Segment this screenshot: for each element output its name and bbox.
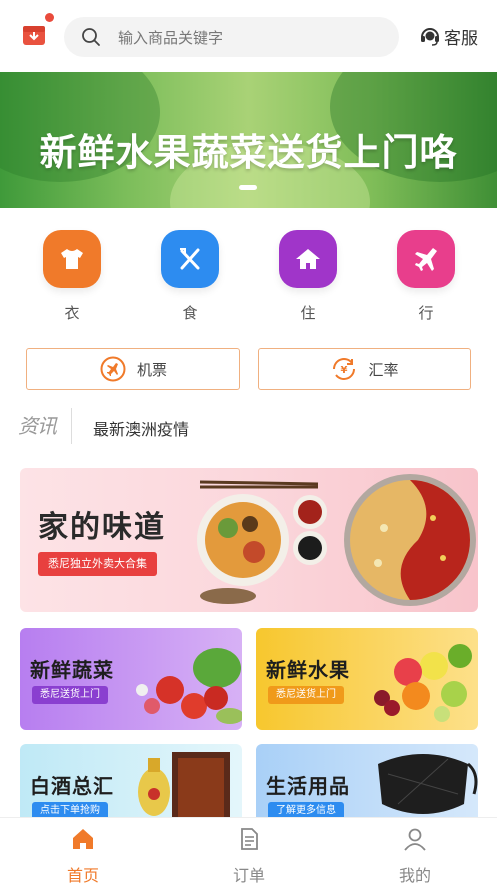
search-placeholder: 输入商品关键字: [118, 29, 224, 47]
tab-label: 订单: [232, 866, 265, 883]
category-housing[interactable]: 住: [273, 230, 343, 323]
order-tab-icon: [241, 828, 258, 850]
category-label: 住: [300, 304, 316, 322]
category-label: 食: [182, 304, 198, 322]
tool-label: 机票: [136, 360, 167, 379]
category-grid: 衣 食 住 行: [0, 230, 497, 330]
card-fresh-fruit[interactable]: 新鲜水果 悉尼送货上门: [256, 628, 478, 730]
hero-banner[interactable]: 新鲜水果蔬菜送货上门咯: [0, 72, 497, 208]
tab-profile[interactable]: 我的: [365, 826, 465, 883]
customer-service-button[interactable]: 客服: [419, 23, 478, 49]
fruit-illustration: [374, 644, 472, 722]
card-title: 生活用品: [266, 774, 350, 798]
quick-tools: 机票 ¥ 汇率: [0, 348, 497, 392]
liquor-illustration: [138, 752, 230, 817]
category-travel[interactable]: 行: [391, 230, 461, 323]
card-title: 新鲜水果: [266, 658, 350, 682]
top-header: 输入商品关键字 客服: [0, 0, 497, 72]
card-fresh-vegetables[interactable]: 新鲜蔬菜 悉尼送货上门: [20, 628, 242, 730]
vegetables-illustration: [136, 648, 242, 724]
headset-icon: [421, 28, 439, 46]
news-tag: 资讯: [18, 414, 57, 438]
home-icon: [279, 230, 337, 288]
banner-pagination-dot[interactable]: [239, 185, 257, 190]
promo-card-home-taste[interactable]: 家的味道 悉尼独立外卖大合集: [20, 468, 478, 612]
category-clothing[interactable]: 衣: [37, 230, 107, 323]
app-screen: 输入商品关键字 客服 新鲜水果蔬菜送货上门咯 衣 食 住 行 机票 ¥ 汇率 资…: [0, 0, 497, 883]
plane-ticket-icon: [100, 356, 126, 382]
category-label: 行: [418, 304, 434, 322]
promo-tag: 悉尼独立外卖大合集: [38, 552, 157, 576]
fork-knife-icon: [161, 230, 219, 288]
tab-label: 首页: [66, 866, 99, 883]
exchange-rate-button[interactable]: ¥ 汇率: [258, 348, 471, 390]
category-food[interactable]: 食: [155, 230, 225, 323]
card-title: 白酒总汇: [30, 774, 114, 798]
promo-title: 家的味道: [38, 510, 166, 545]
card-tag: 悉尼送货上门: [268, 686, 344, 704]
bottom-tab-bar: 首页 订单 我的: [0, 817, 497, 883]
news-headline[interactable]: 最新澳洲疫情: [93, 416, 189, 440]
notification-dot: [45, 13, 54, 22]
news-divider: [71, 408, 72, 444]
card-tag: 悉尼送货上门: [32, 686, 108, 704]
tab-home[interactable]: 首页: [33, 826, 133, 883]
tab-label: 我的: [398, 866, 431, 883]
mask-illustration: [378, 754, 478, 814]
card-title: 新鲜蔬菜: [30, 658, 114, 682]
banner-text: 新鲜水果蔬菜送货上门咯: [39, 131, 458, 174]
customer-service-label: 客服: [444, 28, 478, 49]
app-logo-icon[interactable]: [22, 13, 54, 47]
news-ticker[interactable]: 资讯 最新澳洲疫情: [0, 408, 497, 444]
tool-label: 汇率: [368, 360, 399, 379]
food-illustration: [197, 474, 476, 606]
profile-tab-icon: [404, 828, 426, 851]
category-label: 衣: [64, 304, 80, 322]
search-bar[interactable]: 输入商品关键字: [64, 17, 399, 57]
tshirt-icon: [43, 230, 101, 288]
search-icon: [82, 28, 100, 46]
airplane-icon: [397, 230, 455, 288]
svg-text:¥: ¥: [341, 365, 348, 376]
home-tab-icon: [73, 829, 93, 849]
tab-orders[interactable]: 订单: [199, 826, 299, 883]
flight-ticket-button[interactable]: 机票: [26, 348, 240, 390]
exchange-rate-icon: ¥: [333, 358, 356, 380]
